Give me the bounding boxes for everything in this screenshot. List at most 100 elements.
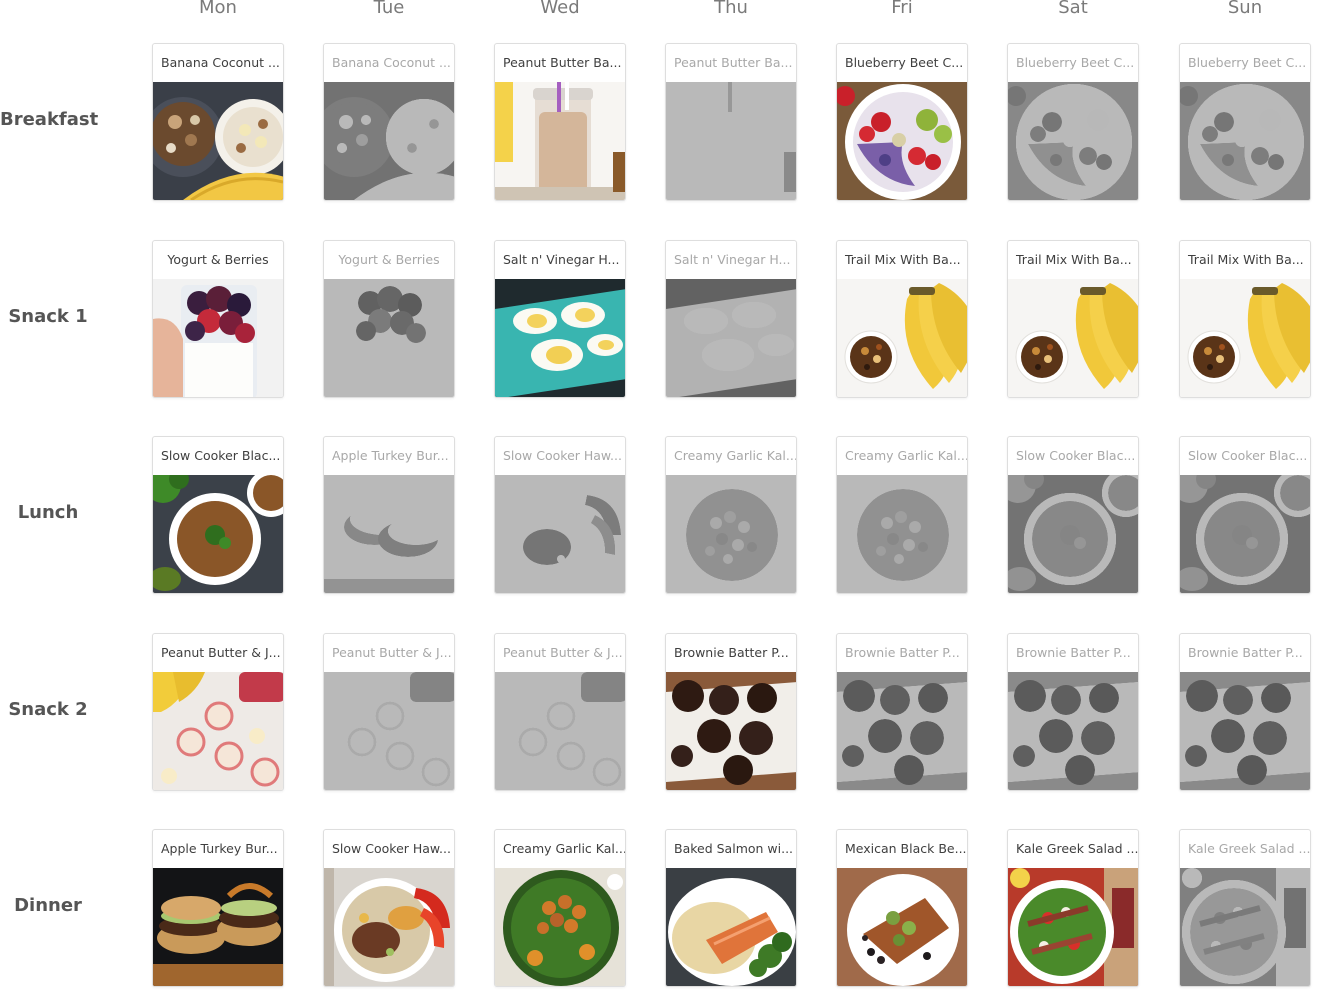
meal-card-title[interactable]: Trail Mix With Ba...	[837, 241, 967, 279]
meal-card-title[interactable]: Trail Mix With Ba...	[1180, 241, 1310, 279]
meal-card-title[interactable]: Banana Coconut ...	[324, 44, 454, 82]
meal-card[interactable]: Kale Greek Salad ...	[1007, 829, 1139, 987]
meal-card[interactable]: Blueberry Beet C...	[1007, 43, 1139, 201]
meal-card[interactable]: Blueberry Beet C...	[836, 43, 968, 201]
meal-card-title[interactable]: Yogurt & Berries	[153, 241, 283, 279]
meal-card[interactable]: Slow Cooker Haw...	[323, 829, 455, 987]
meal-card[interactable]: Baked Salmon wi...	[665, 829, 797, 987]
meal-photo[interactable]	[1008, 82, 1138, 200]
meal-card[interactable]: Peanut Butter Ba...	[494, 43, 626, 201]
meal-photo[interactable]	[153, 672, 283, 790]
meal-photo[interactable]	[837, 82, 967, 200]
meal-photo[interactable]	[495, 672, 625, 790]
meal-card[interactable]: Brownie Batter P...	[1179, 633, 1311, 791]
meal-photo[interactable]	[1008, 475, 1138, 593]
meal-card-title[interactable]: Mexican Black Be...	[837, 830, 967, 868]
meal-card[interactable]: Slow Cooker Blac...	[1007, 436, 1139, 594]
meal-photo[interactable]	[324, 475, 454, 593]
meal-card-title[interactable]: Brownie Batter P...	[1008, 634, 1138, 672]
meal-photo[interactable]	[1008, 672, 1138, 790]
meal-card-title[interactable]: Blueberry Beet C...	[1008, 44, 1138, 82]
meal-card-title[interactable]: Trail Mix With Ba...	[1008, 241, 1138, 279]
meal-card-title[interactable]: Blueberry Beet C...	[1180, 44, 1310, 82]
meal-photo[interactable]	[495, 475, 625, 593]
meal-photo[interactable]	[324, 82, 454, 200]
meal-card[interactable]: Apple Turkey Bur...	[323, 436, 455, 594]
meal-photo[interactable]	[1180, 868, 1310, 986]
meal-card[interactable]: Blueberry Beet C...	[1179, 43, 1311, 201]
meal-card[interactable]: Brownie Batter P...	[836, 633, 968, 791]
meal-photo[interactable]	[837, 672, 967, 790]
meal-card-title[interactable]: Peanut Butter & J...	[495, 634, 625, 672]
meal-photo[interactable]	[153, 82, 283, 200]
meal-photo[interactable]	[837, 868, 967, 986]
meal-photo[interactable]	[666, 279, 796, 397]
meal-photo[interactable]	[495, 868, 625, 986]
meal-card-title[interactable]: Kale Greek Salad ...	[1008, 830, 1138, 868]
meal-card-title[interactable]: Peanut Butter Ba...	[495, 44, 625, 82]
meal-card-title[interactable]: Peanut Butter & J...	[153, 634, 283, 672]
meal-photo[interactable]	[324, 672, 454, 790]
meal-card-title[interactable]: Banana Coconut ...	[153, 44, 283, 82]
meal-card[interactable]: Yogurt & Berries	[323, 240, 455, 398]
meal-card[interactable]: Peanut Butter & J...	[494, 633, 626, 791]
meal-card[interactable]: Creamy Garlic Kal...	[494, 829, 626, 987]
meal-card-title[interactable]: Peanut Butter Ba...	[666, 44, 796, 82]
meal-card-title[interactable]: Creamy Garlic Kal...	[837, 437, 967, 475]
meal-card-title[interactable]: Brownie Batter P...	[666, 634, 796, 672]
meal-photo[interactable]	[153, 868, 283, 986]
meal-card-title[interactable]: Kale Greek Salad ...	[1180, 830, 1310, 868]
meal-card[interactable]: Trail Mix With Ba...	[836, 240, 968, 398]
meal-card[interactable]: Peanut Butter & J...	[323, 633, 455, 791]
meal-card[interactable]: Peanut Butter Ba...	[665, 43, 797, 201]
meal-photo[interactable]	[153, 475, 283, 593]
meal-photo[interactable]	[1008, 279, 1138, 397]
meal-card-title[interactable]: Blueberry Beet C...	[837, 44, 967, 82]
meal-photo[interactable]	[1180, 672, 1310, 790]
meal-card[interactable]: Banana Coconut ...	[323, 43, 455, 201]
meal-card-title[interactable]: Slow Cooker Blac...	[1008, 437, 1138, 475]
meal-card-title[interactable]: Brownie Batter P...	[1180, 634, 1310, 672]
meal-card[interactable]: Creamy Garlic Kal...	[836, 436, 968, 594]
meal-card-title[interactable]: Slow Cooker Haw...	[495, 437, 625, 475]
meal-card-title[interactable]: Slow Cooker Blac...	[153, 437, 283, 475]
meal-photo[interactable]	[666, 82, 796, 200]
meal-photo[interactable]	[153, 279, 283, 397]
meal-card-title[interactable]: Apple Turkey Bur...	[324, 437, 454, 475]
meal-card[interactable]: Salt n' Vinegar H...	[494, 240, 626, 398]
meal-card[interactable]: Trail Mix With Ba...	[1179, 240, 1311, 398]
meal-photo[interactable]	[837, 279, 967, 397]
meal-photo[interactable]	[666, 475, 796, 593]
meal-card[interactable]: Apple Turkey Bur...	[152, 829, 284, 987]
meal-photo[interactable]	[324, 279, 454, 397]
meal-photo[interactable]	[1008, 868, 1138, 986]
meal-card[interactable]: Salt n' Vinegar H...	[665, 240, 797, 398]
meal-card-title[interactable]: Salt n' Vinegar H...	[666, 241, 796, 279]
meal-card-title[interactable]: Brownie Batter P...	[837, 634, 967, 672]
meal-card-title[interactable]: Apple Turkey Bur...	[153, 830, 283, 868]
meal-card[interactable]: Banana Coconut ...	[152, 43, 284, 201]
meal-photo[interactable]	[1180, 475, 1310, 593]
meal-photo[interactable]	[666, 672, 796, 790]
meal-photo[interactable]	[1180, 82, 1310, 200]
meal-photo[interactable]	[837, 475, 967, 593]
meal-card[interactable]: Peanut Butter & J...	[152, 633, 284, 791]
meal-card[interactable]: Kale Greek Salad ...	[1179, 829, 1311, 987]
meal-card[interactable]: Slow Cooker Blac...	[1179, 436, 1311, 594]
meal-card[interactable]: Brownie Batter P...	[1007, 633, 1139, 791]
meal-photo[interactable]	[495, 82, 625, 200]
meal-photo[interactable]	[666, 868, 796, 986]
meal-card[interactable]: Slow Cooker Blac...	[152, 436, 284, 594]
meal-card[interactable]: Mexican Black Be...	[836, 829, 968, 987]
meal-photo[interactable]	[495, 279, 625, 397]
meal-card-title[interactable]: Slow Cooker Haw...	[324, 830, 454, 868]
meal-card-title[interactable]: Creamy Garlic Kal...	[495, 830, 625, 868]
meal-card-title[interactable]: Creamy Garlic Kal...	[666, 437, 796, 475]
meal-card-title[interactable]: Slow Cooker Blac...	[1180, 437, 1310, 475]
meal-card[interactable]: Yogurt & Berries	[152, 240, 284, 398]
meal-photo[interactable]	[324, 868, 454, 986]
meal-card-title[interactable]: Salt n' Vinegar H...	[495, 241, 625, 279]
meal-card[interactable]: Trail Mix With Ba...	[1007, 240, 1139, 398]
meal-card-title[interactable]: Peanut Butter & J...	[324, 634, 454, 672]
meal-card[interactable]: Slow Cooker Haw...	[494, 436, 626, 594]
